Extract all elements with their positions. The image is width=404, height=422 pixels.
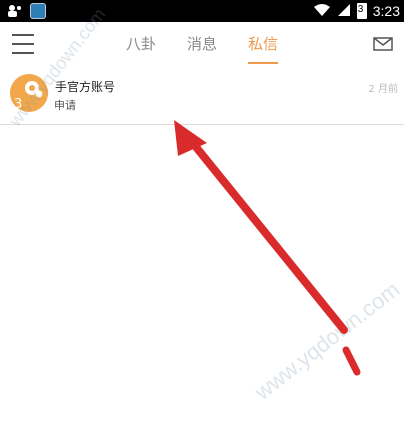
status-bar: 3 3:23 — [0, 0, 404, 22]
status-time: 3:23 — [372, 3, 400, 19]
divider — [0, 124, 404, 125]
app-notification-icon-2 — [30, 3, 46, 19]
signal-icon — [337, 3, 351, 20]
watermark: www.yqdown.com — [250, 276, 404, 405]
menu-icon[interactable] — [12, 34, 34, 54]
mail-icon[interactable] — [373, 36, 393, 51]
wifi-icon — [313, 3, 331, 20]
tab-private-messages[interactable]: 私信 — [248, 33, 278, 54]
tab-gossip[interactable]: 八卦 — [126, 33, 156, 54]
app-notification-icon — [6, 3, 24, 19]
active-tab-indicator — [248, 62, 278, 64]
message-title: 手官方账号 — [55, 80, 116, 94]
tab-messages[interactable]: 消息 — [187, 33, 217, 54]
battery-icon: 3 — [356, 3, 367, 19]
message-subtitle: 申请 — [54, 99, 76, 112]
message-time: 2 月前 — [368, 84, 398, 95]
notification-icons — [6, 2, 46, 20]
